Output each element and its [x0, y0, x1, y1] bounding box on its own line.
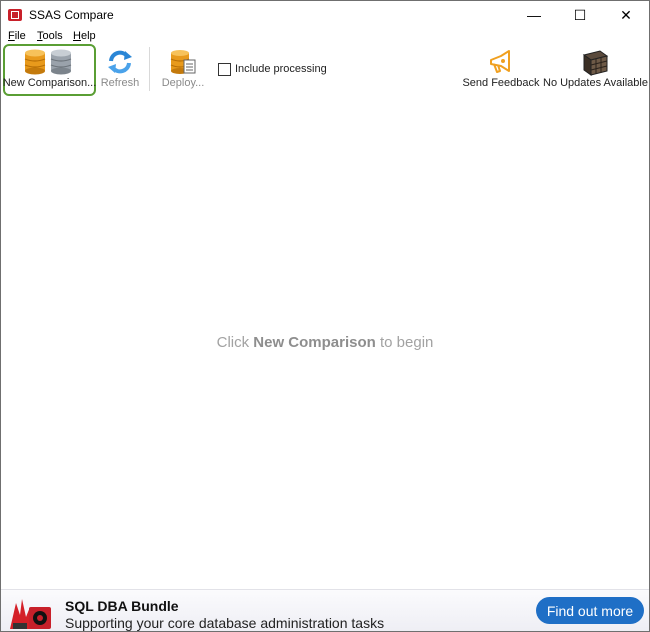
find-out-more-button[interactable]: Find out more: [536, 597, 644, 624]
empty-state-hint: Click New Comparison to begin: [1, 334, 649, 351]
comparison-area: Click New Comparison to begin: [1, 101, 649, 589]
deploy-button[interactable]: Deploy...: [159, 44, 207, 98]
app-icon: [8, 9, 22, 21]
new-comparison-label: New Comparison...: [2, 77, 97, 89]
refresh-label: Refresh: [100, 77, 140, 89]
ad-subtitle: Supporting your core database administra…: [65, 615, 385, 631]
database-compare-icon: [24, 49, 72, 75]
maximize-button[interactable]: ☐: [557, 1, 603, 29]
updates-box-icon: [582, 50, 609, 76]
include-processing-checkbox[interactable]: [218, 63, 231, 76]
toolbar: New Comparison... Refresh Deploy... Incl…: [1, 44, 649, 101]
megaphone-icon: [490, 50, 510, 73]
close-icon: ✕: [620, 6, 632, 23]
new-comparison-button[interactable]: New Comparison...: [3, 44, 96, 98]
window-title: SSAS Compare: [29, 8, 114, 22]
close-button[interactable]: ✕: [603, 1, 649, 29]
menu-help[interactable]: Help: [73, 30, 96, 42]
minimize-button[interactable]: —: [511, 1, 557, 29]
sql-dba-bundle-logo: [10, 599, 51, 629]
title-bar[interactable]: SSAS Compare — ☐ ✕: [1, 1, 649, 29]
minimize-icon: —: [527, 7, 541, 23]
maximize-icon: ☐: [573, 6, 587, 23]
ad-banner[interactable]: SQL DBA Bundle Supporting your core data…: [1, 589, 649, 631]
toolbar-separator: [149, 47, 150, 91]
updates-label: No Updates Available: [543, 77, 648, 89]
menu-tools[interactable]: Tools: [37, 30, 63, 42]
menu-file[interactable]: File: [8, 30, 26, 42]
deploy-icon: [170, 50, 196, 74]
include-processing-label[interactable]: Include processing: [235, 63, 327, 75]
updates-button[interactable]: No Updates Available: [543, 44, 648, 98]
hint-new-comparison: New Comparison: [253, 334, 376, 351]
menu-bar: File Tools Help: [1, 29, 649, 44]
hint-suffix: to begin: [379, 334, 434, 351]
refresh-button[interactable]: Refresh: [99, 44, 141, 98]
ad-title: SQL DBA Bundle: [65, 598, 179, 614]
send-feedback-button[interactable]: Send Feedback: [462, 44, 540, 98]
send-feedback-label: Send Feedback: [462, 77, 540, 89]
app-window: SSAS Compare — ☐ ✕ File Tools Help New C…: [0, 0, 650, 632]
hint-prefix: Click: [216, 334, 250, 351]
deploy-label: Deploy...: [161, 77, 205, 89]
refresh-icon: [108, 50, 132, 74]
